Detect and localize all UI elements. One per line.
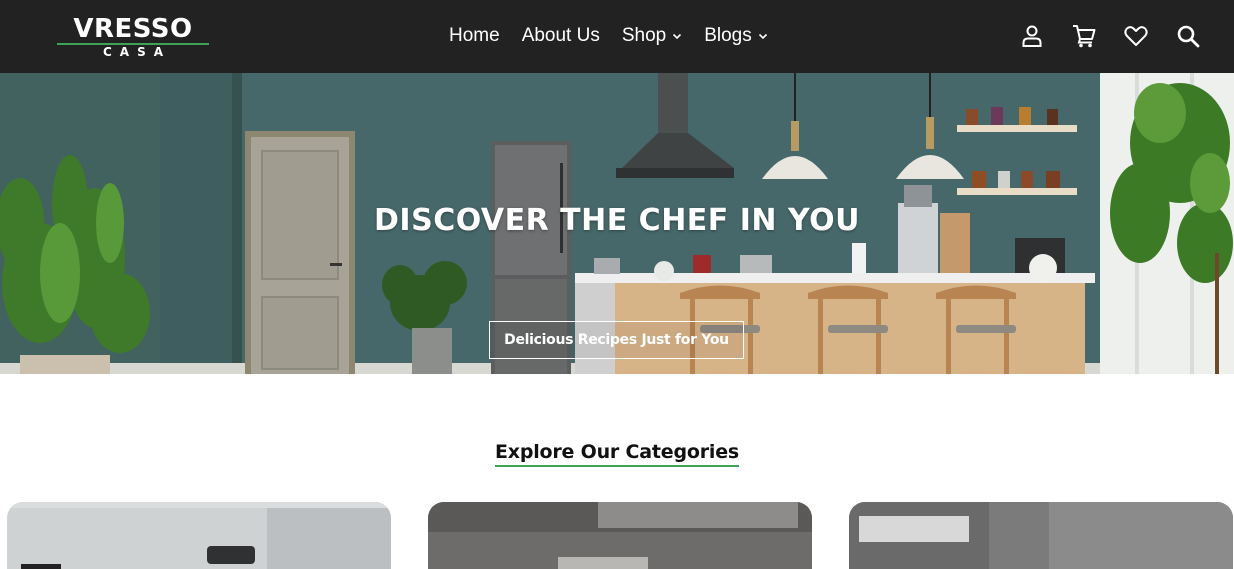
nav-blogs[interactable]: Blogs: [704, 24, 768, 48]
nav-blogs-label: Blogs: [704, 25, 752, 46]
logo-sub: CASA: [102, 45, 172, 59]
nav-about-us[interactable]: About Us: [522, 24, 600, 48]
nav-home-label: Home: [449, 25, 500, 46]
site-header: VRESSO CASA Home About Us Shop Blogs: [0, 0, 1234, 73]
chevron-down-icon: [758, 33, 767, 40]
logo-brand: VRESSO: [73, 14, 193, 44]
hero-recipes-button[interactable]: Delicious Recipes Just for You: [489, 321, 744, 359]
category-card-image: [428, 502, 812, 569]
cart-icon: [1073, 25, 1096, 48]
hero-banner: DISCOVER THE CHEF IN YOU Delicious Recip…: [0, 73, 1234, 374]
nav-about-us-label: About Us: [521, 25, 600, 46]
search-button[interactable]: [1174, 22, 1202, 50]
wishlist-button[interactable]: [1122, 22, 1150, 50]
categories-title: Explore Our Categories: [494, 441, 739, 467]
nav-shop-label: Shop: [621, 25, 667, 46]
category-card[interactable]: [849, 502, 1233, 569]
main-nav: Home About Us Shop Blogs: [449, 24, 790, 48]
categories-heading: Explore Our Categories: [0, 441, 1234, 467]
category-card[interactable]: [428, 502, 812, 569]
category-card-image: [7, 502, 391, 569]
nav-home[interactable]: Home: [449, 24, 500, 48]
hero-title: DISCOVER THE CHEF IN YOU: [374, 203, 860, 238]
site-logo[interactable]: VRESSO CASA: [57, 16, 209, 58]
heart-icon: [1124, 26, 1148, 46]
header-actions: [994, 22, 1202, 50]
chevron-down-icon: [673, 33, 682, 40]
nav-shop[interactable]: Shop: [622, 24, 682, 48]
category-card[interactable]: [7, 502, 391, 569]
search-icon: [1177, 25, 1200, 48]
user-icon: [1022, 25, 1042, 47]
category-card-image: [849, 502, 1233, 569]
account-button[interactable]: [1018, 22, 1046, 50]
cart-button[interactable]: [1070, 22, 1098, 50]
